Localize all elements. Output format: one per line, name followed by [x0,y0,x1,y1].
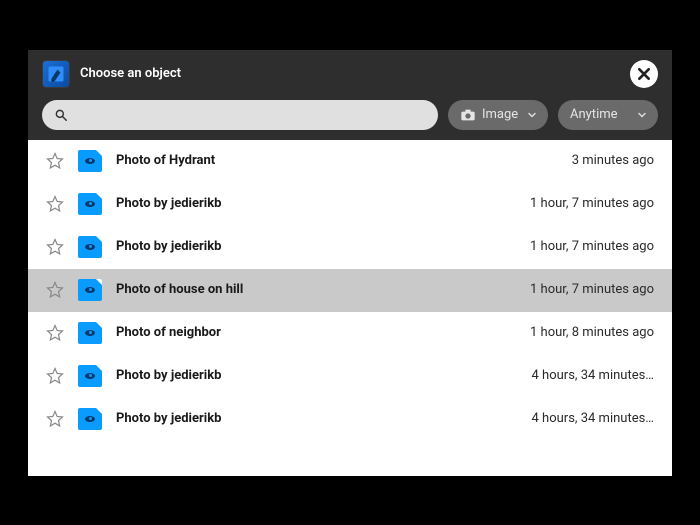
item-time: 3 minutes ago [572,153,654,168]
image-file-icon [78,279,102,301]
item-title: Photo of house on hill [116,282,516,297]
image-file-icon [78,365,102,387]
star-toggle[interactable] [46,367,64,385]
star-toggle[interactable] [46,195,64,213]
item-time: 4 hours, 34 minutes… [532,411,654,426]
list-item[interactable]: Photo by jedierikb 4 hours, 34 minutes… [28,355,672,398]
app-icon [42,60,70,88]
filter-type-dropdown[interactable]: Image [448,100,548,130]
search-field-wrap[interactable] [42,100,438,130]
image-file-icon [78,322,102,344]
header-toolbar: Image Anytime [42,100,658,130]
search-input[interactable] [76,107,426,122]
star-icon [46,324,64,342]
list-item[interactable]: Photo by jedierikb 1 hour, 7 minutes ago [28,183,672,226]
filter-type-label: Image [482,107,520,122]
star-toggle[interactable] [46,324,64,342]
star-icon [46,238,64,256]
image-file-icon [78,236,102,258]
item-time: 1 hour, 8 minutes ago [530,325,654,340]
image-file-icon [78,193,102,215]
star-toggle[interactable] [46,238,64,256]
star-icon [46,281,64,299]
item-title: Photo by jedierikb [116,411,518,426]
paint-app-icon [47,65,65,83]
chevron-down-icon [526,109,538,121]
filter-time-dropdown[interactable]: Anytime [558,100,658,130]
object-list[interactable]: Photo of Hydrant 3 minutes ago Photo by je… [28,140,672,476]
star-toggle[interactable] [46,281,64,299]
star-icon [46,367,64,385]
item-title: Photo by jedierikb [116,196,516,211]
star-toggle[interactable] [46,152,64,170]
camera-icon [460,107,476,123]
chevron-down-icon [636,109,648,121]
image-file-icon [78,150,102,172]
object-chooser-dialog: Choose an object [26,48,674,478]
search-icon [54,108,68,122]
item-title: Photo by jedierikb [116,239,516,254]
item-time: 1 hour, 7 minutes ago [530,196,654,211]
star-icon [46,195,64,213]
item-time: 4 hours, 34 minutes… [532,368,654,383]
item-title: Photo of neighbor [116,325,516,340]
list-item[interactable]: Photo of Hydrant 3 minutes ago [28,140,672,183]
star-icon [46,410,64,428]
star-toggle[interactable] [46,410,64,428]
filter-time-label: Anytime [570,107,630,122]
item-title: Photo by jedierikb [116,368,518,383]
list-item[interactable]: Photo of neighbor 1 hour, 8 minutes ago [28,312,672,355]
item-time: 1 hour, 7 minutes ago [530,239,654,254]
dialog-title: Choose an object [80,66,620,81]
dialog-header: Choose an object [28,50,672,140]
header-top-row: Choose an object [42,60,658,88]
close-icon [636,66,652,82]
item-time: 1 hour, 7 minutes ago [530,282,654,297]
star-icon [46,152,64,170]
list-item[interactable]: Photo of house on hill 1 hour, 7 minutes … [28,269,672,312]
close-button[interactable] [630,60,658,88]
list-item[interactable]: Photo by jedierikb 4 hours, 34 minutes… [28,398,672,441]
image-file-icon [78,408,102,430]
list-item[interactable]: Photo by jedierikb 1 hour, 7 minutes ago [28,226,672,269]
item-title: Photo of Hydrant [116,153,558,168]
